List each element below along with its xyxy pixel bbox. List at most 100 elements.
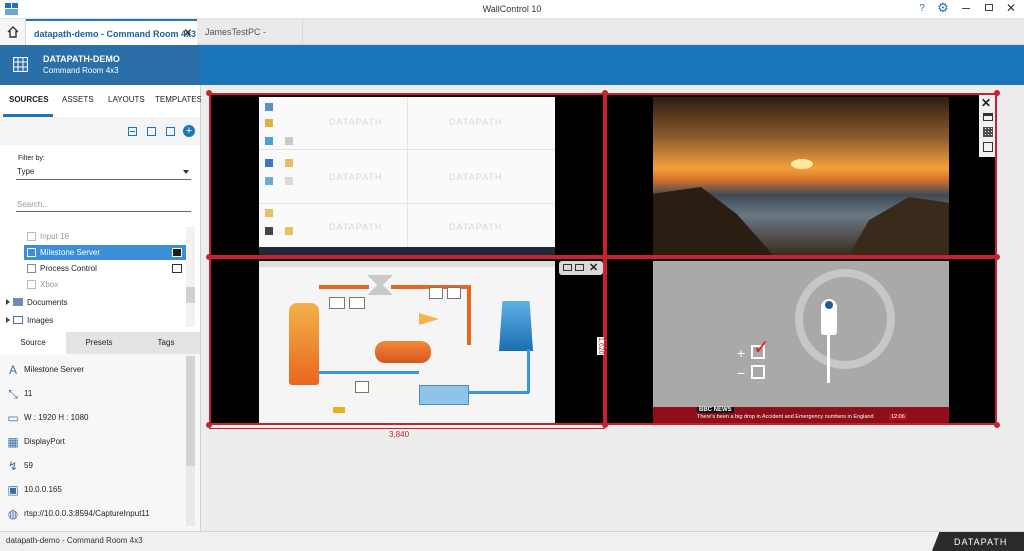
resize-handle[interactable] bbox=[602, 254, 608, 260]
refresh-rate-icon: ↯ bbox=[7, 459, 19, 473]
sunset-image bbox=[653, 97, 949, 255]
list-scrollbar[interactable] bbox=[186, 227, 195, 327]
close-pane-icon[interactable]: ✕ bbox=[589, 261, 598, 274]
panel-scrollbar[interactable] bbox=[186, 356, 195, 526]
header-title: DATAPATH-DEMO bbox=[43, 54, 120, 64]
target-ring bbox=[795, 269, 895, 369]
search-placeholder: Search... bbox=[17, 200, 50, 209]
prop-value: DisplayPort bbox=[24, 437, 65, 446]
sidebar: SOURCES ASSETS LAYOUTS TEMPLATES + Filte… bbox=[0, 85, 202, 531]
tab-label: datapath-demo - Command Room 4x3 bbox=[34, 29, 197, 39]
header-subtitle: Command Room 4x3 bbox=[43, 66, 119, 75]
sources-list: Input 16 Milestone Server Process Contro… bbox=[0, 225, 200, 330]
resize-handle[interactable] bbox=[994, 254, 1000, 260]
checkmark-icon: ✓ bbox=[753, 337, 770, 359]
text-icon: A bbox=[8, 363, 17, 377]
width-ruler bbox=[209, 428, 605, 429]
tab-command-room[interactable]: datapath-demo - Command Room 4x3 ✕ bbox=[26, 19, 197, 45]
cast-icon[interactable] bbox=[172, 248, 182, 257]
checkbox[interactable] bbox=[27, 248, 36, 257]
prop-tab-presets[interactable]: Presets bbox=[66, 332, 132, 354]
restore-button[interactable] bbox=[985, 4, 993, 11]
minimize-button[interactable] bbox=[962, 8, 970, 9]
tab-assets[interactable]: ASSETS bbox=[62, 95, 94, 104]
watermark: DATAPATH bbox=[329, 172, 383, 182]
news-time: 12:06 bbox=[889, 414, 907, 420]
resize-handle[interactable] bbox=[602, 90, 608, 96]
collapse-all-icon[interactable] bbox=[128, 127, 137, 136]
network-icon: ▣ bbox=[7, 483, 19, 497]
list-item-selected[interactable]: Milestone Server bbox=[24, 245, 186, 260]
pane-process[interactable]: ✕ bbox=[209, 257, 605, 425]
news-logo: BBC NEWS bbox=[697, 407, 734, 413]
prop-tab-source[interactable]: Source bbox=[0, 332, 66, 354]
cast-icon[interactable] bbox=[172, 264, 182, 273]
group-label: Documents bbox=[27, 298, 68, 307]
prop-value: Milestone Server bbox=[24, 365, 85, 374]
checkbox[interactable] bbox=[27, 280, 36, 289]
boiler-tank bbox=[289, 303, 319, 385]
watermark: DATAPATH bbox=[449, 117, 503, 127]
tab-blueprint[interactable]: JamesTestPC - Blueprint bbox=[197, 19, 303, 63]
resize-handle[interactable] bbox=[206, 90, 212, 96]
prop-input-number: ⤡ 11 bbox=[0, 384, 190, 406]
tab-templates[interactable]: TEMPLATES bbox=[155, 95, 202, 104]
resize-handle[interactable] bbox=[994, 422, 1000, 428]
status-text: datapath-demo - Command Room 4x3 bbox=[6, 536, 143, 545]
home-icon bbox=[7, 26, 19, 38]
window-settings-icon[interactable] bbox=[983, 113, 993, 121]
sidebar-tabs: SOURCES ASSETS LAYOUTS TEMPLATES bbox=[0, 85, 202, 117]
help-icon[interactable]: ? bbox=[916, 3, 928, 15]
pane-desktop[interactable]: DATAPATH DATAPATH DATAPATH DATAPATH DATA… bbox=[209, 93, 605, 257]
pane-news[interactable]: ✓ + − BBC NEWS There's been a big drop i… bbox=[605, 257, 997, 425]
workspace-header: DATAPATH-DEMO Command Room 4x3 bbox=[0, 45, 1024, 85]
close-pane-icon[interactable]: ✕ bbox=[981, 96, 991, 110]
image-icon bbox=[13, 316, 23, 324]
prop-value: 11 bbox=[24, 389, 33, 398]
pane-sunset[interactable]: ✕ bbox=[605, 93, 997, 257]
resize-handle[interactable] bbox=[206, 254, 212, 260]
watermark: DATAPATH bbox=[329, 117, 383, 127]
news-ticker-bar: BBC NEWS There's been a big drop in Acci… bbox=[653, 407, 949, 423]
checkbox[interactable] bbox=[27, 264, 36, 273]
width-label: 3,840 bbox=[389, 430, 410, 439]
sources-toolbar: + bbox=[0, 117, 200, 145]
watermark: DATAPATH bbox=[449, 222, 503, 232]
expand-arrow-icon bbox=[6, 317, 10, 323]
close-window-button[interactable]: ✕ bbox=[1006, 1, 1016, 15]
tab-layouts[interactable]: LAYOUTS bbox=[108, 95, 145, 104]
document-tab-bar: datapath-demo - Command Room 4x3 ✕ James… bbox=[0, 19, 1024, 63]
monitor-icon: ▭ bbox=[7, 411, 19, 425]
duplicate-icon[interactable] bbox=[166, 127, 175, 136]
tab-sources[interactable]: SOURCES bbox=[9, 95, 49, 104]
news-video: ✓ + − BBC NEWS There's been a big drop i… bbox=[653, 261, 949, 423]
prop-resolution: ▭ W : 1920 H : 1080 bbox=[0, 408, 190, 430]
settings-gear-icon[interactable]: ⚙ bbox=[936, 1, 950, 15]
list-item[interactable]: Process Control bbox=[24, 261, 186, 276]
status-bar: datapath-demo - Command Room 4x3 DATAPAT… bbox=[0, 531, 1024, 551]
group-icon[interactable] bbox=[147, 127, 156, 136]
prop-tab-tags[interactable]: Tags bbox=[132, 332, 200, 354]
prop-refresh-rate: ↯ 59 bbox=[0, 456, 190, 478]
add-source-button[interactable]: + bbox=[183, 125, 195, 137]
resize-handle[interactable] bbox=[994, 90, 1000, 96]
tab-close-icon[interactable]: ✕ bbox=[184, 21, 192, 47]
property-tabs: Source Presets Tags bbox=[0, 332, 200, 354]
cast-icon[interactable] bbox=[575, 264, 584, 271]
folder-icon bbox=[13, 298, 23, 306]
checkbox[interactable] bbox=[27, 232, 36, 241]
list-item-label: Milestone Server bbox=[40, 248, 101, 257]
list-item[interactable]: Input 16 bbox=[24, 229, 186, 244]
maximize-pane-icon[interactable] bbox=[983, 142, 993, 152]
prop-connector: ▦ DisplayPort bbox=[0, 432, 190, 454]
search-input[interactable]: Search... bbox=[16, 197, 191, 212]
wall-canvas: DATAPATH DATAPATH DATAPATH DATAPATH DATA… bbox=[201, 85, 1024, 531]
process-diagram bbox=[259, 261, 555, 423]
list-item[interactable]: Xbox bbox=[24, 277, 186, 292]
watermark: DATAPATH bbox=[449, 172, 503, 182]
home-button[interactable] bbox=[0, 19, 26, 45]
heat-exchanger bbox=[375, 341, 431, 363]
grid-icon[interactable] bbox=[983, 127, 993, 137]
cast-off-icon[interactable] bbox=[563, 264, 572, 271]
filter-type-select[interactable]: Type bbox=[16, 165, 191, 180]
